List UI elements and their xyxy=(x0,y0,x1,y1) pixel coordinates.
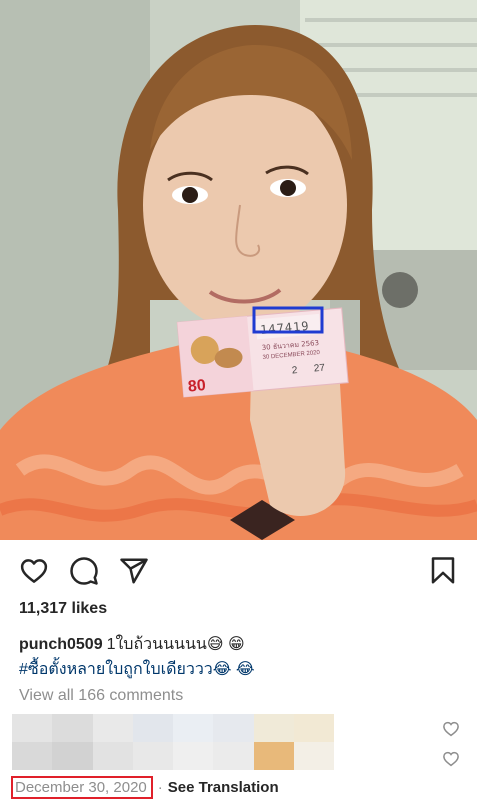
blurred-comments xyxy=(12,714,334,770)
post-photo[interactable]: 80 147419 30 ธันวาคม 2563 30 DECEMBER 20… xyxy=(0,0,477,540)
save-button[interactable] xyxy=(426,554,460,588)
caption-line-1: punch0509 1ใบถ้วนนนนน😅 😁 xyxy=(19,632,459,657)
post-meta: December 30, 2020 · See Translation xyxy=(11,776,279,799)
comment-like-icon[interactable] xyxy=(442,750,460,768)
share-button[interactable] xyxy=(117,554,151,588)
post-caption: punch0509 1ใบถ้วนนนนน😅 😁 #ซื้อตั้งหลายใบถ… xyxy=(19,632,459,682)
post-date: December 30, 2020 xyxy=(11,776,153,799)
post-action-bar xyxy=(0,548,477,592)
like-button[interactable] xyxy=(17,554,51,588)
caption-hashtag[interactable]: #ซื้อตั้งหลายใบถูกใบเดียววว😂 😂 xyxy=(19,657,459,682)
view-all-comments-link[interactable]: View all 166 comments xyxy=(19,687,183,705)
caption-username[interactable]: punch0509 xyxy=(19,636,103,653)
comment-button[interactable] xyxy=(67,554,101,588)
like-count[interactable]: 11,317 likes xyxy=(19,600,107,618)
meta-separator: · xyxy=(157,779,163,796)
caption-text: 1ใบถ้วนนนนน😅 😁 xyxy=(106,636,245,653)
paper-plane-icon xyxy=(120,558,148,584)
bookmark-icon xyxy=(431,557,455,584)
ticket-price: 80 xyxy=(187,377,206,395)
heart-icon xyxy=(20,559,48,583)
comment-icon xyxy=(70,557,98,585)
see-translation-link[interactable]: See Translation xyxy=(168,779,279,796)
ticket-draw-no: 27 xyxy=(313,363,325,375)
comment-like-icon[interactable] xyxy=(442,720,460,738)
selfie-illustration: 80 147419 30 ธันวาคม 2563 30 DECEMBER 20… xyxy=(0,0,477,540)
